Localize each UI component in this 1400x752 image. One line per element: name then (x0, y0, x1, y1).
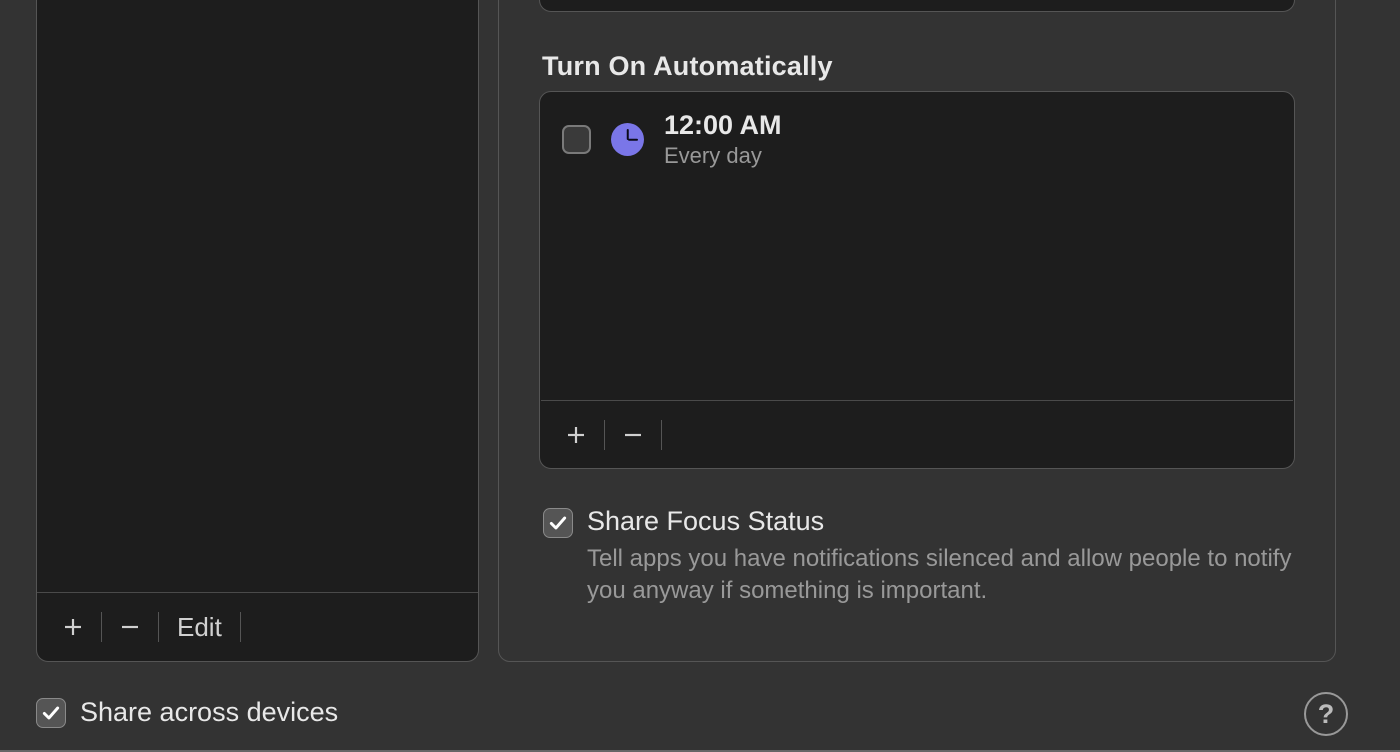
help-button[interactable]: ? (1304, 692, 1348, 736)
divider (661, 420, 662, 450)
schedule-item[interactable]: 12:00 AM Every day (540, 92, 1294, 187)
share-across-devices-label: Share across devices (80, 697, 338, 728)
share-focus-status-text: Share Focus Status Tell apps you have no… (587, 506, 1295, 608)
schedule-time: 12:00 AM (664, 110, 782, 141)
clock-icon (611, 123, 644, 156)
share-focus-status-description: Tell apps you have notifications silence… (587, 543, 1295, 608)
focus-detail-panel: Turn On Automatically 12:00 AM Every day (498, 0, 1336, 662)
divider (158, 612, 159, 642)
options-box-tail (539, 0, 1295, 12)
divider (604, 420, 605, 450)
focus-list (37, 0, 478, 593)
schedule-enable-checkbox[interactable] (562, 125, 591, 154)
divider (240, 612, 241, 642)
share-focus-status-checkbox[interactable] (543, 508, 573, 538)
add-schedule-button[interactable] (558, 417, 594, 453)
schedule-text: 12:00 AM Every day (664, 110, 782, 169)
edit-focus-button[interactable]: Edit (169, 612, 230, 643)
share-focus-status-title: Share Focus Status (587, 506, 1295, 537)
focus-list-panel: Edit (36, 0, 479, 662)
share-across-devices-checkbox[interactable] (36, 698, 66, 728)
remove-schedule-button[interactable] (615, 417, 651, 453)
schedule-footer (540, 401, 1294, 468)
focus-list-footer: Edit (37, 593, 478, 661)
divider (101, 612, 102, 642)
share-across-devices-row: Share across devices (36, 696, 338, 728)
remove-focus-button[interactable] (112, 609, 148, 645)
share-focus-status-row: Share Focus Status Tell apps you have no… (543, 506, 1295, 608)
schedule-repeat: Every day (664, 143, 782, 169)
schedule-box: 12:00 AM Every day (539, 91, 1295, 469)
turn-on-automatically-header: Turn On Automatically (542, 51, 833, 82)
add-focus-button[interactable] (55, 609, 91, 645)
